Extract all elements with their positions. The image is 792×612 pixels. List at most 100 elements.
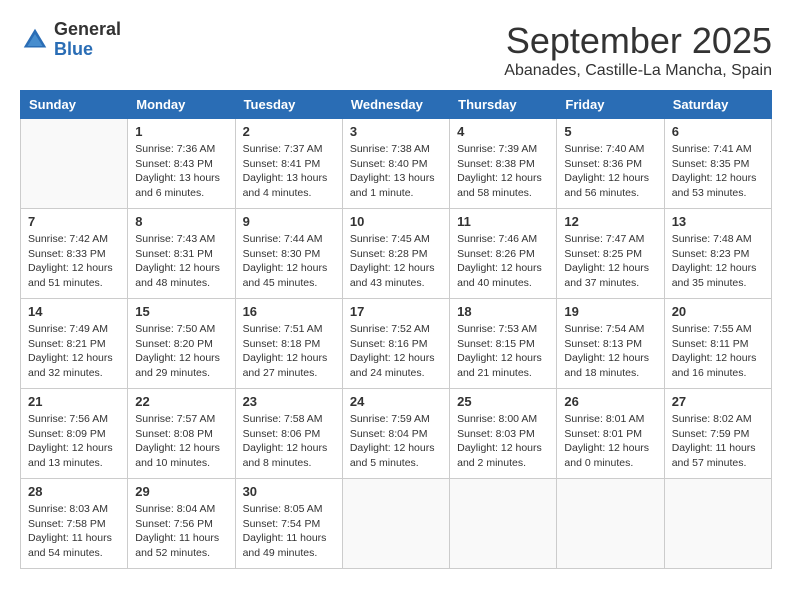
calendar-table: Sunday Monday Tuesday Wednesday Thursday… (20, 90, 772, 569)
month-title: September 2025 (504, 20, 772, 62)
calendar-cell: 3 Sunrise: 7:38 AMSunset: 8:40 PMDaylight… (342, 119, 449, 209)
day-number: 14 (28, 304, 120, 319)
day-info: Sunrise: 7:37 AMSunset: 8:41 PMDaylight:… (243, 142, 335, 201)
col-thursday: Thursday (450, 91, 557, 119)
logo-icon (20, 25, 50, 55)
calendar-cell: 4Sunrise: 7:39 AMSunset: 8:38 PMDaylight… (450, 119, 557, 209)
col-friday: Friday (557, 91, 664, 119)
day-number: 2 (243, 124, 335, 139)
calendar-cell: 22 Sunrise: 7:57 AMSunset: 8:08 PMDayligh… (128, 389, 235, 479)
calendar-cell: 18Sunrise: 7:53 AMSunset: 8:15 PMDayligh… (450, 299, 557, 389)
day-number: 12 (564, 214, 656, 229)
logo: General Blue (20, 20, 121, 60)
calendar-cell: 16 Sunrise: 7:51 AMSunset: 8:18 PMDayligh… (235, 299, 342, 389)
logo-text: General Blue (54, 20, 121, 60)
day-number: 1 (135, 124, 227, 139)
week-row-2: 7 Sunrise: 7:42 AMSunset: 8:33 PMDaylight… (21, 209, 772, 299)
day-number: 5 (564, 124, 656, 139)
day-info: Sunrise: 7:56 AMSunset: 8:09 PMDaylight:… (28, 412, 120, 471)
day-info: Sunrise: 7:45 AMSunset: 8:28 PMDaylight:… (350, 232, 442, 291)
day-number: 3 (350, 124, 442, 139)
day-info: Sunrise: 7:42 AMSunset: 8:33 PMDaylight:… (28, 232, 120, 291)
day-info: Sunrise: 8:00 AMSunset: 8:03 PMDaylight:… (457, 412, 549, 471)
calendar-cell: 5 Sunrise: 7:40 AMSunset: 8:36 PMDaylight… (557, 119, 664, 209)
day-number: 4 (457, 124, 549, 139)
calendar-cell: 23Sunrise: 7:58 AMSunset: 8:06 PMDayligh… (235, 389, 342, 479)
day-info: Sunrise: 8:04 AMSunset: 7:56 PMDaylight:… (135, 502, 227, 561)
day-number: 18 (457, 304, 549, 319)
calendar-cell: 1 Sunrise: 7:36 AMSunset: 8:43 PMDaylight… (128, 119, 235, 209)
day-number: 11 (457, 214, 549, 229)
day-info: Sunrise: 7:44 AMSunset: 8:30 PMDaylight:… (243, 232, 335, 291)
day-number: 23 (243, 394, 335, 409)
day-number: 21 (28, 394, 120, 409)
day-info: Sunrise: 7:59 AMSunset: 8:04 PMDaylight:… (350, 412, 442, 471)
day-number: 20 (672, 304, 764, 319)
day-number: 17 (350, 304, 442, 319)
day-number: 27 (672, 394, 764, 409)
day-info: Sunrise: 8:01 AMSunset: 8:01 PMDaylight:… (564, 412, 656, 471)
col-monday: Monday (128, 91, 235, 119)
calendar-cell: 13Sunrise: 7:48 AMSunset: 8:23 PMDayligh… (664, 209, 771, 299)
day-number: 24 (350, 394, 442, 409)
day-info: Sunrise: 8:05 AMSunset: 7:54 PMDaylight:… (243, 502, 335, 561)
day-number: 9 (243, 214, 335, 229)
day-info: Sunrise: 7:51 AMSunset: 8:18 PMDaylight:… (243, 322, 335, 381)
calendar-cell: 25 Sunrise: 8:00 AMSunset: 8:03 PMDayligh… (450, 389, 557, 479)
location-title: Abanades, Castille-La Mancha, Spain (504, 62, 772, 80)
calendar-cell (664, 479, 771, 569)
day-number: 10 (350, 214, 442, 229)
day-info: Sunrise: 7:40 AMSunset: 8:36 PMDaylight:… (564, 142, 656, 201)
day-info: Sunrise: 7:55 AMSunset: 8:11 PMDaylight:… (672, 322, 764, 381)
calendar-header-row: Sunday Monday Tuesday Wednesday Thursday… (21, 91, 772, 119)
day-number: 19 (564, 304, 656, 319)
day-info: Sunrise: 7:52 AMSunset: 8:16 PMDaylight:… (350, 322, 442, 381)
day-number: 29 (135, 484, 227, 499)
day-info: Sunrise: 7:50 AMSunset: 8:20 PMDaylight:… (135, 322, 227, 381)
calendar-cell (450, 479, 557, 569)
day-info: Sunrise: 7:38 AMSunset: 8:40 PMDaylight:… (350, 142, 442, 201)
calendar-cell: 24 Sunrise: 7:59 AMSunset: 8:04 PMDayligh… (342, 389, 449, 479)
day-number: 26 (564, 394, 656, 409)
day-number: 30 (243, 484, 335, 499)
day-number: 25 (457, 394, 549, 409)
calendar-cell (21, 119, 128, 209)
title-section: September 2025 Abanades, Castille-La Man… (504, 20, 772, 80)
logo-general-text: General (54, 20, 121, 40)
day-number: 6 (672, 124, 764, 139)
calendar-cell: 2 Sunrise: 7:37 AMSunset: 8:41 PMDaylight… (235, 119, 342, 209)
calendar-cell: 10 Sunrise: 7:45 AMSunset: 8:28 PMDayligh… (342, 209, 449, 299)
day-info: Sunrise: 7:57 AMSunset: 8:08 PMDaylight:… (135, 412, 227, 471)
col-sunday: Sunday (21, 91, 128, 119)
day-info: Sunrise: 7:47 AMSunset: 8:25 PMDaylight:… (564, 232, 656, 291)
day-number: 13 (672, 214, 764, 229)
day-info: Sunrise: 7:36 AMSunset: 8:43 PMDaylight:… (135, 142, 227, 201)
calendar-cell: 27 Sunrise: 8:02 AMSunset: 7:59 PMDayligh… (664, 389, 771, 479)
day-info: Sunrise: 7:41 AMSunset: 8:35 PMDaylight:… (672, 142, 764, 201)
logo-blue-text: Blue (54, 40, 121, 60)
calendar-cell (342, 479, 449, 569)
calendar-cell: 19Sunrise: 7:54 AMSunset: 8:13 PMDayligh… (557, 299, 664, 389)
page-header: General Blue September 2025 Abanades, Ca… (20, 20, 772, 80)
day-number: 15 (135, 304, 227, 319)
day-info: Sunrise: 8:02 AMSunset: 7:59 PMDaylight:… (672, 412, 764, 471)
day-number: 7 (28, 214, 120, 229)
calendar-cell: 29 Sunrise: 8:04 AMSunset: 7:56 PMDayligh… (128, 479, 235, 569)
week-row-4: 21 Sunrise: 7:56 AMSunset: 8:09 PMDayligh… (21, 389, 772, 479)
calendar-cell: 21 Sunrise: 7:56 AMSunset: 8:09 PMDayligh… (21, 389, 128, 479)
day-number: 28 (28, 484, 120, 499)
calendar-cell: 20 Sunrise: 7:55 AMSunset: 8:11 PMDayligh… (664, 299, 771, 389)
day-info: Sunrise: 7:46 AMSunset: 8:26 PMDaylight:… (457, 232, 549, 291)
calendar-cell: 6 Sunrise: 7:41 AMSunset: 8:35 PMDaylight… (664, 119, 771, 209)
calendar-cell: 28Sunrise: 8:03 AMSunset: 7:58 PMDayligh… (21, 479, 128, 569)
day-number: 22 (135, 394, 227, 409)
day-number: 16 (243, 304, 335, 319)
col-wednesday: Wednesday (342, 91, 449, 119)
col-saturday: Saturday (664, 91, 771, 119)
calendar-cell: 7 Sunrise: 7:42 AMSunset: 8:33 PMDaylight… (21, 209, 128, 299)
week-row-1: 1 Sunrise: 7:36 AMSunset: 8:43 PMDaylight… (21, 119, 772, 209)
week-row-5: 28Sunrise: 8:03 AMSunset: 7:58 PMDayligh… (21, 479, 772, 569)
calendar-cell (557, 479, 664, 569)
day-info: Sunrise: 7:49 AMSunset: 8:21 PMDaylight:… (28, 322, 120, 381)
col-tuesday: Tuesday (235, 91, 342, 119)
